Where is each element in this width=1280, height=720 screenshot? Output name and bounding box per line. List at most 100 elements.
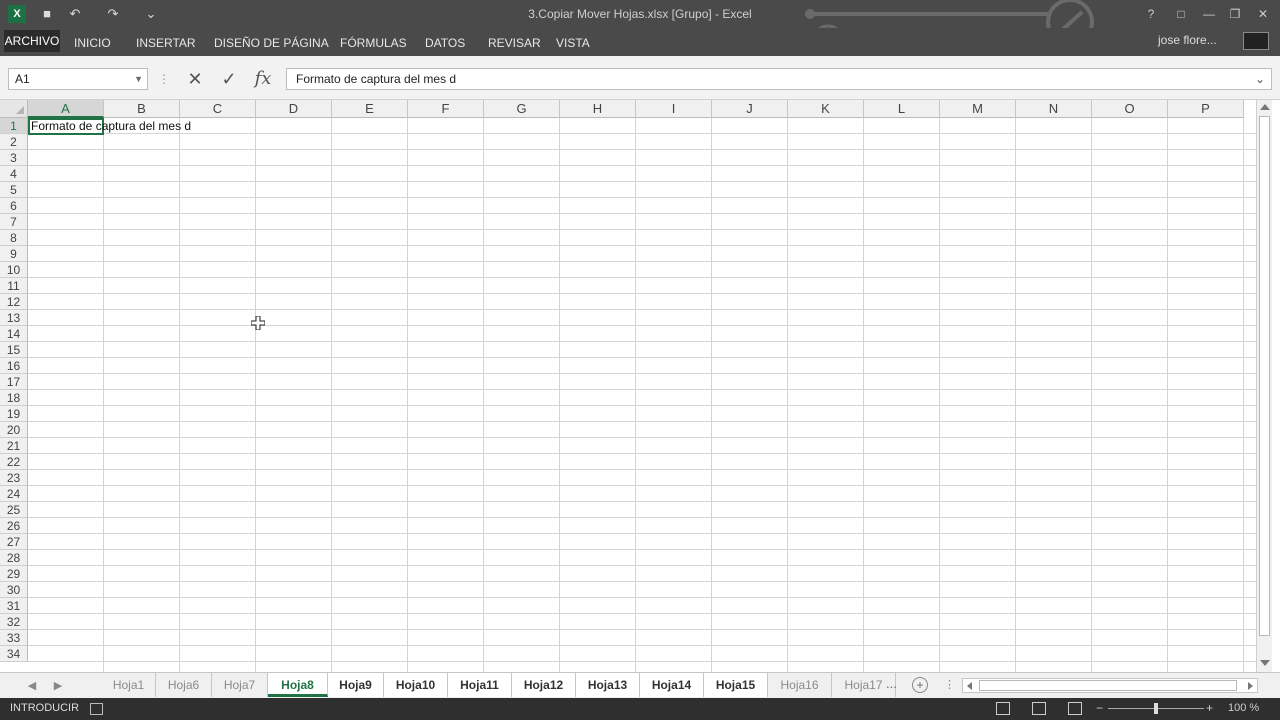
row-header-30[interactable]: 30 (0, 582, 28, 598)
row-header-24[interactable]: 24 (0, 486, 28, 502)
row-header-15[interactable]: 15 (0, 342, 28, 358)
close-button[interactable]: ✕ (1252, 6, 1274, 22)
row-header-21[interactable]: 21 (0, 438, 28, 454)
user-account[interactable]: jose flore... (1158, 33, 1217, 47)
formula-bar-grip-icon[interactable]: ⋮ (158, 72, 170, 86)
sheet-tab-hoja14[interactable]: Hoja14 (640, 673, 704, 697)
column-header-g[interactable]: G (484, 100, 560, 118)
sheet-tab-hoja12[interactable]: Hoja12 (512, 673, 576, 697)
column-header-i[interactable]: I (636, 100, 712, 118)
tab-datos[interactable]: DATOS (425, 34, 465, 52)
sheet-tab-hoja8[interactable]: Hoja8 (268, 673, 328, 697)
sheet-tab-hoja6[interactable]: Hoja6 (156, 673, 212, 697)
more-sheets-button[interactable]: ... (886, 673, 897, 697)
column-header-o[interactable]: O (1092, 100, 1168, 118)
zoom-out-button[interactable]: − (1096, 701, 1103, 715)
row-header-6[interactable]: 6 (0, 198, 28, 214)
row-header-16[interactable]: 16 (0, 358, 28, 374)
scroll-down-icon[interactable] (1260, 660, 1270, 666)
row-header-2[interactable]: 2 (0, 134, 28, 150)
tab-inicio[interactable]: INICIO (74, 34, 111, 52)
normal-view-icon[interactable] (996, 702, 1010, 715)
tab-split-handle-icon[interactable]: ⋮ (944, 677, 955, 693)
column-header-h[interactable]: H (560, 100, 636, 118)
zoom-in-button[interactable]: + (1206, 701, 1213, 715)
cancel-entry-button[interactable]: ✕ (182, 68, 208, 90)
horizontal-scrollbar[interactable] (962, 678, 1258, 693)
enter-entry-button[interactable]: ✓ (216, 68, 242, 90)
row-header-9[interactable]: 9 (0, 246, 28, 262)
minimize-button[interactable]: — (1198, 6, 1220, 22)
row-header-13[interactable]: 13 (0, 310, 28, 326)
row-header-10[interactable]: 10 (0, 262, 28, 278)
sheet-tab-hoja9[interactable]: Hoja9 (328, 673, 384, 697)
row-header-19[interactable]: 19 (0, 406, 28, 422)
scroll-left-icon[interactable] (967, 682, 972, 690)
undo-icon[interactable]: ↶ (66, 6, 84, 22)
row-header-34[interactable]: 34 (0, 646, 28, 662)
next-sheet-icon[interactable]: ▶ (52, 679, 64, 693)
page-break-view-icon[interactable] (1068, 702, 1082, 715)
row-header-14[interactable]: 14 (0, 326, 28, 342)
row-header-29[interactable]: 29 (0, 566, 28, 582)
zoom-level[interactable]: 100 % (1228, 702, 1259, 714)
tab-revisar[interactable]: REVISAR (488, 34, 541, 52)
row-header-22[interactable]: 22 (0, 454, 28, 470)
macro-record-icon[interactable] (90, 703, 103, 715)
row-header-25[interactable]: 25 (0, 502, 28, 518)
row-header-5[interactable]: 5 (0, 182, 28, 198)
scroll-up-icon[interactable] (1260, 104, 1270, 110)
column-header-c[interactable]: C (180, 100, 256, 118)
ribbon-options-icon[interactable]: □ (1170, 6, 1192, 22)
column-header-l[interactable]: L (864, 100, 940, 118)
row-header-26[interactable]: 26 (0, 518, 28, 534)
column-header-n[interactable]: N (1016, 100, 1092, 118)
zoom-slider-thumb[interactable] (1154, 703, 1158, 714)
sheet-tab-hoja10[interactable]: Hoja10 (384, 673, 448, 697)
sheet-tab-hoja15[interactable]: Hoja15 (704, 673, 768, 697)
column-header-a[interactable]: A (28, 100, 104, 118)
column-header-d[interactable]: D (256, 100, 332, 118)
sheet-tab-hoja13[interactable]: Hoja13 (576, 673, 640, 697)
sheet-tab-hoja16[interactable]: Hoja16 (768, 673, 832, 697)
row-header-7[interactable]: 7 (0, 214, 28, 230)
customize-toolbar-icon[interactable]: ⌄ (142, 6, 160, 22)
tab-vista[interactable]: VISTA (556, 34, 590, 52)
column-header-f[interactable]: F (408, 100, 484, 118)
column-header-m[interactable]: M (940, 100, 1016, 118)
row-header-33[interactable]: 33 (0, 630, 28, 646)
save-icon[interactable]: ■ (38, 6, 56, 22)
page-layout-view-icon[interactable] (1032, 702, 1046, 715)
column-header-j[interactable]: J (712, 100, 788, 118)
row-header-31[interactable]: 31 (0, 598, 28, 614)
column-header-p[interactable]: P (1168, 100, 1244, 118)
prev-sheet-icon[interactable]: ◀ (26, 679, 38, 693)
row-header-17[interactable]: 17 (0, 374, 28, 390)
column-header-b[interactable]: B (104, 100, 180, 118)
help-button[interactable]: ? (1140, 6, 1162, 22)
select-all-button[interactable] (0, 100, 28, 118)
expand-formula-bar-icon[interactable]: ⌄ (1255, 69, 1265, 89)
name-box[interactable]: A1 ▼ (8, 68, 148, 90)
user-avatar[interactable] (1243, 32, 1269, 50)
vertical-scroll-thumb[interactable] (1259, 116, 1270, 636)
row-header-32[interactable]: 32 (0, 614, 28, 630)
sheet-tab-hoja7[interactable]: Hoja7 (212, 673, 268, 697)
row-header-1[interactable]: 1 (0, 118, 28, 134)
tab-insertar[interactable]: INSERTAR (136, 34, 196, 52)
row-header-28[interactable]: 28 (0, 550, 28, 566)
tab-diseno-de-pagina[interactable]: DISEÑO DE PÁGINA (214, 34, 329, 52)
redo-icon[interactable]: ↷ (104, 6, 122, 22)
insert-function-button[interactable]: fx (250, 68, 276, 90)
column-header-e[interactable]: E (332, 100, 408, 118)
row-header-8[interactable]: 8 (0, 230, 28, 246)
horizontal-scroll-thumb[interactable] (979, 680, 1237, 691)
sheet-tab-hoja11[interactable]: Hoja11 (448, 673, 512, 697)
row-header-18[interactable]: 18 (0, 390, 28, 406)
restore-button[interactable]: ❐ (1224, 6, 1246, 22)
row-header-23[interactable]: 23 (0, 470, 28, 486)
scroll-right-icon[interactable] (1248, 682, 1253, 690)
add-sheet-icon[interactable]: + (912, 677, 928, 693)
tab-formulas[interactable]: FÓRMULAS (340, 34, 407, 52)
column-header-k[interactable]: K (788, 100, 864, 118)
